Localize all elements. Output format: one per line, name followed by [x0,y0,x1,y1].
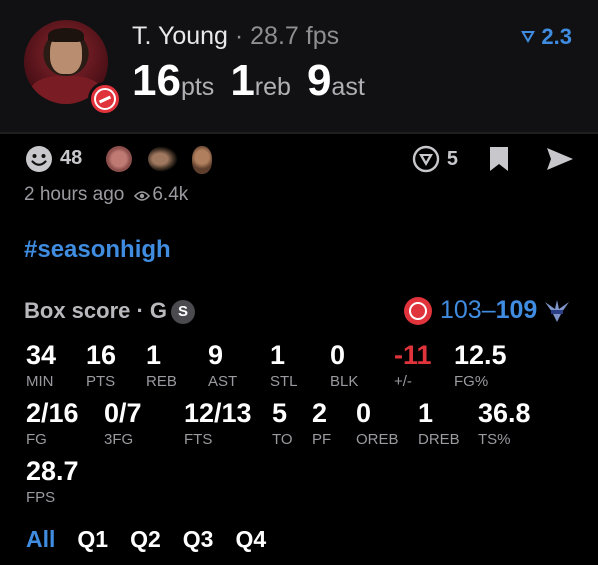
stat-3fg: 0/7 3FG [104,398,142,448]
quarter-tabs: All Q1 Q2 Q3 Q4 [26,526,288,553]
stat-stl: 1 STL [270,340,298,390]
stat-fg: 2/16 FG [26,398,79,448]
stat-pts: 16 PTS [86,340,117,390]
headline-reb-value: 1 [230,56,255,105]
team-logo-badge [88,82,122,116]
player-name[interactable]: T. Young [132,22,228,50]
send-icon[interactable] [546,147,574,171]
post-time: 2 hours ago [24,184,125,205]
box-score-title: Box score · GS [24,298,196,324]
hawks-logo [404,297,432,325]
box-score-label: Box score · G [24,298,168,323]
view-count: 6.4k [152,184,189,205]
post-meta: 2 hours ago 6.4k [24,184,188,206]
score-away: 109 [495,296,538,324]
action-bar: 48 5 [24,144,576,174]
hashtag-link[interactable]: #seasonhigh [24,236,171,264]
reaction-emoji[interactable] [192,146,212,174]
hornets-logo [545,300,569,322]
score-home: 103 [440,296,482,324]
game-score[interactable]: 103–109 [404,294,572,328]
headline-ast-value: 9 [306,56,332,105]
stat-fps: 28.7 FPS [26,456,79,506]
name-separator: · [227,22,251,50]
score-text: 103–109 [440,296,537,325]
reaction-count: 48 [60,147,83,169]
stat-reb: 1 REB [146,340,177,390]
stat-ast: 9 AST [208,340,238,390]
headline-reb-unit: reb [254,73,291,101]
header-divider [0,132,598,134]
rating-score[interactable]: 2.3 [519,24,572,50]
score-dash: – [481,296,496,324]
rating-chevron-icon [521,31,536,43]
tab-q4[interactable]: Q4 [235,526,266,552]
stat-fts: 12/13 FTS [184,398,252,448]
tab-q3[interactable]: Q3 [183,526,214,552]
stat-fg-pct: 12.5 FG% [454,340,507,390]
tab-all[interactable]: All [26,526,55,552]
stat-dreb: 1 DREB [418,398,460,448]
vpt-icon[interactable] [412,145,440,173]
stat-plus-minus: -11 +/- [394,340,432,390]
eye-icon [134,191,151,201]
reaction-emoji[interactable] [106,146,132,172]
headline-pts-value: 16 [132,56,181,105]
stat-to: 5 TO [272,398,293,448]
headline-ast-unit: ast [331,73,365,101]
starter-badge: S [171,300,196,324]
stat-oreb: 0 OREB [356,398,399,448]
stat-ts-pct: 36.8 TS% [478,398,531,448]
vote-count: 5 [446,148,458,170]
headline-pts-unit: pts [180,73,215,101]
player-fps: 28.7 fps [250,22,340,50]
rating-value: 2.3 [541,24,572,49]
player-name-line: T. Young · 28.7 fps [132,22,339,51]
stat-min: 34 MIN [26,340,57,390]
bookmark-icon[interactable] [488,146,510,172]
tab-q2[interactable]: Q2 [130,526,161,552]
player-header: T. Young · 28.7 fps 16pts 1reb 9ast 2.3 [0,0,598,132]
post-actions: 5 [376,144,576,174]
smiley-icon[interactable] [24,144,54,174]
stat-pf: 2 PF [312,398,332,448]
stat-blk: 0 BLK [330,340,359,390]
headline-stats: 16pts 1reb 9ast [132,56,381,106]
reaction-emoji[interactable] [148,146,178,172]
tab-q1[interactable]: Q1 [77,526,108,552]
